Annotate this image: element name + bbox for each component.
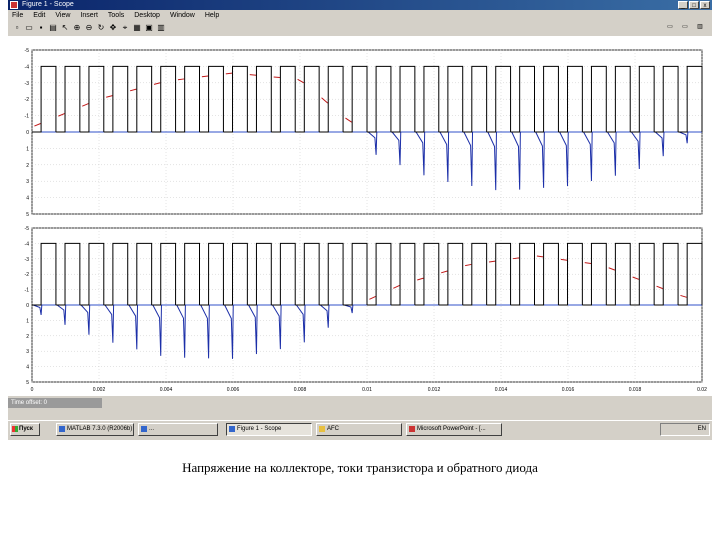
pan-icon[interactable]: ✥ — [108, 23, 118, 33]
open-icon[interactable]: ▭ — [24, 23, 34, 33]
x-tick-label: 0.004 — [160, 387, 173, 393]
start-label: Пуск — [19, 426, 33, 432]
x-tick-label: 0 — [31, 387, 34, 393]
folder-icon — [319, 426, 325, 432]
transistor-current-segment — [249, 74, 257, 76]
y-tick-label: 3 — [26, 179, 29, 185]
y-tick-label: 5 — [26, 212, 29, 218]
menu-tools[interactable]: Tools — [108, 10, 124, 21]
menu-view[interactable]: View — [55, 10, 70, 21]
task-afc[interactable]: AFC — [316, 423, 402, 436]
window-title: Figure 1 - Scope — [22, 1, 74, 8]
y-tick-label: -2 — [25, 272, 30, 278]
matlab-icon — [59, 426, 65, 432]
y-tick-label: 1 — [26, 318, 29, 324]
y-tick-label: -5 — [25, 226, 30, 232]
x-tick-label: 0.01 — [362, 387, 372, 393]
x-tick-label: 0.018 — [629, 387, 642, 393]
scope-plots[interactable]: 5 4 3 2 1 0 -1 -2 -3 -4 -5 5 4 3 2 1 0 -1 -2 -3 -4 -5 0 0.002 0.… — [8, 36, 712, 396]
menu-help[interactable]: Help — [205, 10, 219, 21]
transistor-current-segment — [273, 76, 280, 79]
task-powerpoint[interactable]: Microsoft PowerPoint - [... — [406, 423, 502, 436]
task-2[interactable]: ... — [138, 423, 218, 436]
task-matlab[interactable]: MATLAB 7.3.0 (R2006b) — [56, 423, 134, 436]
y-tick-label: 2 — [26, 334, 29, 340]
x-tick-label: 0.012 — [428, 387, 441, 393]
zoom-in-icon[interactable]: ⊕ — [72, 23, 82, 33]
menu-desktop[interactable]: Desktop — [134, 10, 160, 21]
app-icon — [141, 426, 147, 432]
y-tick-label: 0 — [26, 303, 29, 309]
y-tick-label: -1 — [25, 288, 30, 294]
plot-area: 5 4 3 2 1 0 -1 -2 -3 -4 -5 5 4 3 2 1 0 -1 -2 -3 -4 -5 0 0.002 0.… — [8, 36, 712, 396]
status-bar: Time offset: 0 — [8, 398, 102, 408]
dock-icon[interactable]: ▭ — [664, 22, 676, 32]
x-tick-label: 0.014 — [495, 387, 508, 393]
scope-panel-1: 5 4 3 2 1 0 -1 -2 -3 -4 -5 — [25, 48, 703, 218]
y-tick-label: -2 — [25, 97, 30, 103]
menu-file[interactable]: File — [12, 10, 23, 21]
datacursor-icon[interactable]: ⌖ — [120, 23, 130, 33]
y-tick-label: 5 — [26, 380, 29, 386]
x-tick-label: 0.02 — [697, 387, 707, 393]
matlab-figure-icon — [10, 1, 18, 9]
slide-caption: Напряжение на коллекторе, токи транзисто… — [182, 460, 538, 475]
y-tick-label: 3 — [26, 349, 29, 355]
y-tick-label: 4 — [26, 196, 29, 202]
rotate-icon[interactable]: ↻ — [96, 23, 106, 33]
y-tick-label: 0 — [26, 130, 29, 136]
menu-bar: File Edit View Insert Tools Desktop Wind… — [8, 10, 712, 21]
start-button[interactable]: Пуск — [10, 423, 40, 436]
y-tick-label: -3 — [25, 257, 30, 263]
x-tick-label: 0.002 — [93, 387, 106, 393]
taskbar: Пуск MATLAB 7.3.0 (R2006b) ... Figure 1 … — [8, 420, 712, 438]
system-tray: EN — [660, 423, 710, 436]
zoom-out-icon[interactable]: ⊖ — [84, 23, 94, 33]
arrow-icon[interactable]: ↖ — [60, 23, 70, 33]
menu-window[interactable]: Window — [170, 10, 195, 21]
x-tick-label: 0.016 — [562, 387, 575, 393]
y-tick-label: -1 — [25, 114, 30, 120]
save-icon[interactable]: ▪ — [36, 23, 46, 33]
float-icon[interactable]: ▭ — [679, 22, 691, 32]
new-icon[interactable]: ▫ — [12, 23, 22, 33]
maximize-button[interactable]: □ — [689, 1, 699, 9]
menu-insert[interactable]: Insert — [80, 10, 98, 21]
y-tick-label: 4 — [26, 365, 29, 371]
layout-icon[interactable]: ▥ — [694, 22, 706, 32]
toolbar: ▫ ▭ ▪ ▤ ↖ ⊕ ⊖ ↻ ✥ ⌖ ▦ ▣ ▥ — [8, 21, 712, 34]
y-tick-label: -4 — [25, 241, 30, 247]
y-tick-label: -3 — [25, 81, 30, 87]
menu-edit[interactable]: Edit — [33, 10, 45, 21]
insert-icon[interactable]: ▦ — [132, 23, 142, 33]
y-tick-label: -4 — [25, 64, 30, 70]
y-tick-label: -5 — [25, 48, 30, 54]
grid-icon[interactable]: ▥ — [156, 23, 166, 33]
minimize-button[interactable]: _ — [678, 1, 688, 9]
x-tick-label: 0.008 — [294, 387, 307, 393]
legend-icon[interactable]: ▣ — [144, 23, 154, 33]
figure-icon — [229, 426, 235, 432]
x-tick-label: 0.006 — [227, 387, 240, 393]
scope-window: Figure 1 - Scope _ □ x File Edit View In… — [8, 0, 712, 440]
windows-flag-icon — [12, 426, 18, 432]
y-tick-label: 1 — [26, 146, 29, 152]
close-button[interactable]: x — [700, 1, 710, 9]
powerpoint-icon — [409, 426, 415, 432]
print-icon[interactable]: ▤ — [48, 23, 58, 33]
y-tick-label: 2 — [26, 163, 29, 169]
title-bar[interactable]: Figure 1 - Scope _ □ x — [8, 0, 712, 10]
scope-panel-2: 5 4 3 2 1 0 -1 -2 -3 -4 -5 0 0.002 0.004 0.006 0.008 0.0… — [25, 226, 708, 393]
task-figure[interactable]: Figure 1 - Scope — [226, 423, 312, 436]
